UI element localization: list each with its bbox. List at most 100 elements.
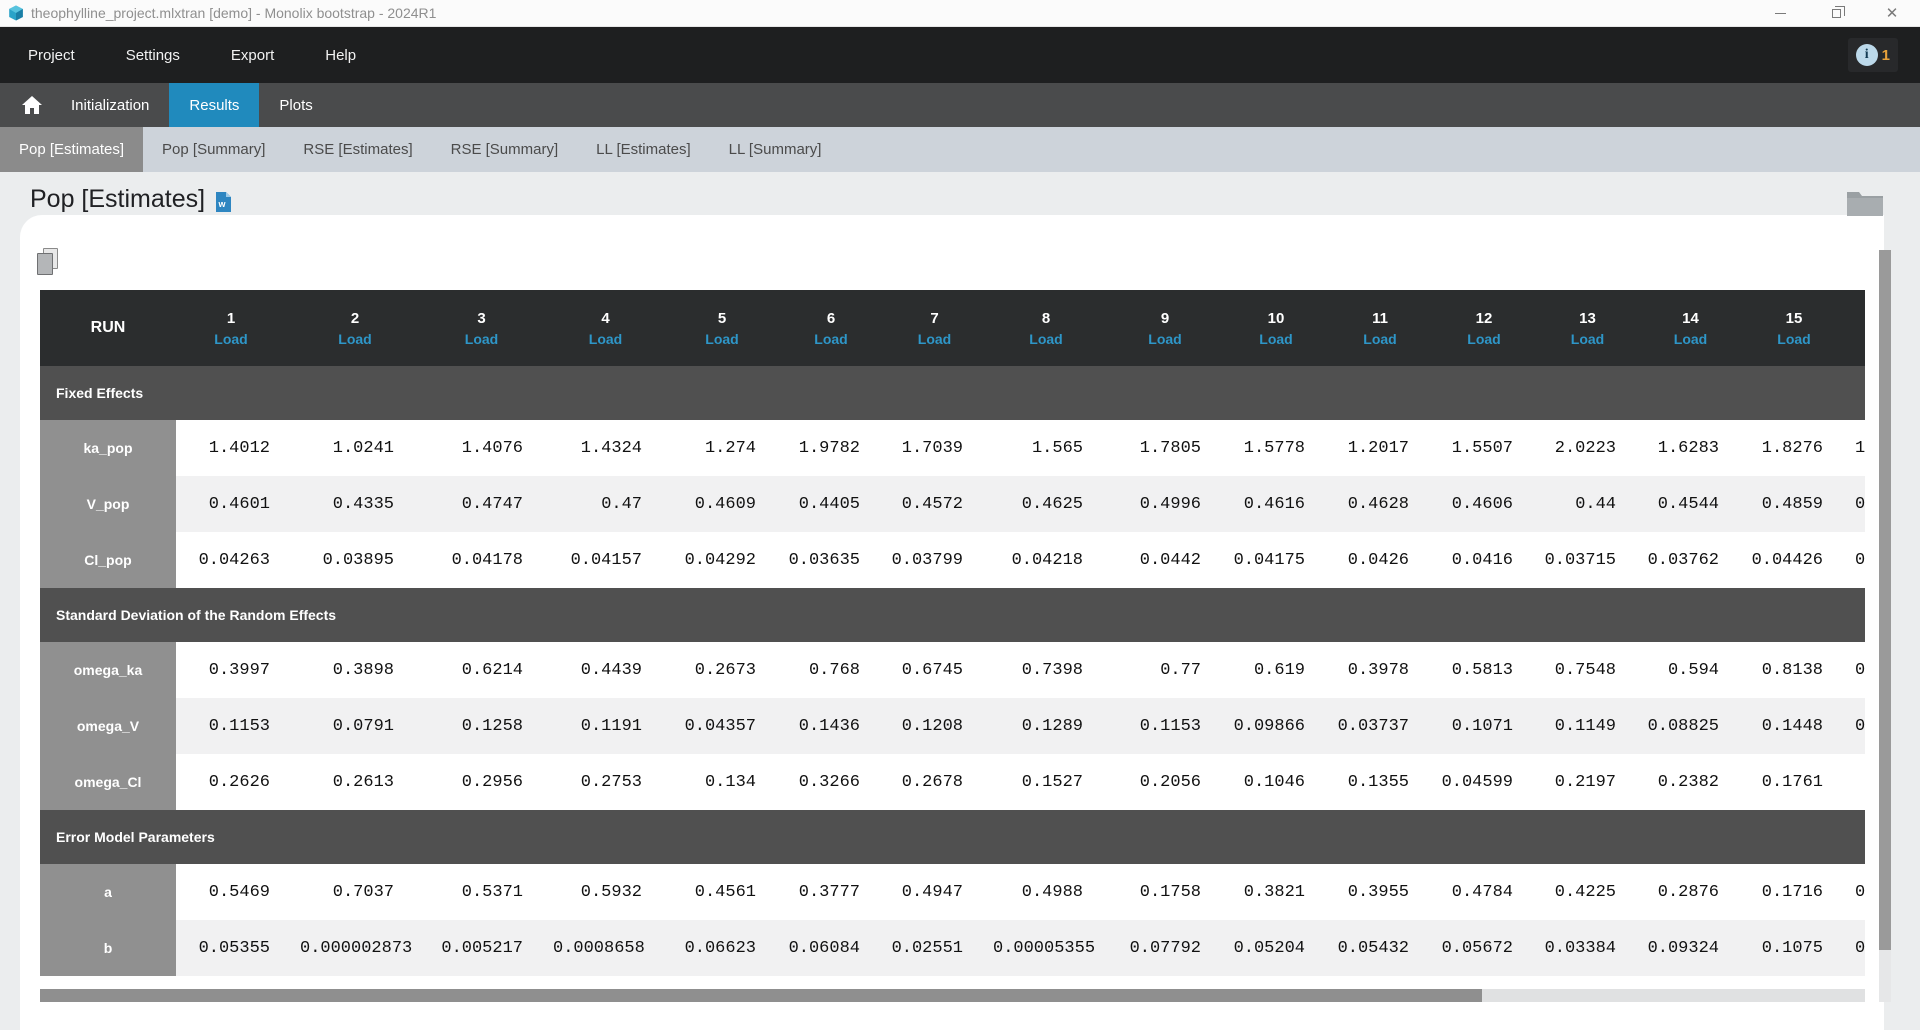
value-cell: 1.0241 <box>300 420 424 476</box>
value-cell: 0.8138 <box>1749 642 1853 698</box>
value-cell: 0.1149 <box>1543 698 1646 754</box>
run-number: 1 <box>176 310 300 327</box>
run-header-cell: 3 Load <box>424 290 553 366</box>
load-link[interactable]: Load <box>424 331 553 347</box>
value-cell: 0.1527 <box>993 754 1113 810</box>
subtab-rse-estimates[interactable]: RSE [Estimates] <box>284 127 431 172</box>
run-header-cell: 4 Load <box>553 290 672 366</box>
subtab-rse-summary[interactable]: RSE [Summary] <box>432 127 578 172</box>
export-word-icon[interactable]: w <box>215 192 231 212</box>
tab-results[interactable]: Results <box>169 83 259 127</box>
maximize-button[interactable] <box>1808 0 1864 27</box>
value-cell: 0.1191 <box>553 698 672 754</box>
menu-settings[interactable]: Settings <box>126 47 180 64</box>
load-link[interactable]: Load <box>1543 331 1646 347</box>
run-number: 3 <box>424 310 553 327</box>
main-nav-tabs: Initialization Results Plots <box>0 83 1920 127</box>
value-cell: 0.4996 <box>1113 476 1231 532</box>
vertical-scrollbar-thumb[interactable] <box>1879 250 1891 950</box>
table-row: b0.053550.0000028730.0052170.00086580.06… <box>40 920 1865 976</box>
subtab-ll-estimates[interactable]: LL [Estimates] <box>577 127 709 172</box>
row-label: Cl_pop <box>40 532 176 588</box>
clipped-value-cell: 0 <box>1853 476 1865 532</box>
subtab-pop-estimates[interactable]: Pop [Estimates] <box>0 127 143 172</box>
value-cell: 0.3898 <box>300 642 424 698</box>
value-cell: 0.6214 <box>424 642 553 698</box>
value-cell: 0.00005355 <box>993 920 1113 976</box>
subtab-ll-summary[interactable]: LL [Summary] <box>710 127 841 172</box>
load-link[interactable]: Load <box>672 331 786 347</box>
vertical-scrollbar[interactable] <box>1879 250 1891 1002</box>
run-header-cell: 2Load <box>300 290 424 366</box>
value-cell: 0.768 <box>786 642 890 698</box>
value-cell: 0.1758 <box>1113 864 1231 920</box>
value-cell: 0.1208 <box>890 698 993 754</box>
value-cell: 0.2382 <box>1646 754 1749 810</box>
minimize-button[interactable] <box>1752 0 1808 27</box>
value-cell: 0.4947 <box>890 864 993 920</box>
value-cell: 1.8276 <box>1749 420 1853 476</box>
run-header-cell: 8Load <box>993 290 1113 366</box>
value-cell: 0.04175 <box>1231 532 1335 588</box>
menu-export[interactable]: Export <box>231 47 274 64</box>
home-button[interactable] <box>0 83 51 127</box>
run-header-cell: 9Load <box>1113 290 1231 366</box>
subtab-pop-summary[interactable]: Pop [Summary] <box>143 127 284 172</box>
run-header-cell: 14Load <box>1646 290 1749 366</box>
value-cell: 0.4609 <box>672 476 786 532</box>
value-cell: 1.565 <box>993 420 1113 476</box>
run-number: 10 <box>1231 310 1335 327</box>
value-cell: 0.2626 <box>176 754 300 810</box>
results-sub-tabs: Pop [Estimates] Pop [Summary] RSE [Estim… <box>0 127 1920 172</box>
load-link[interactable]: Load <box>993 331 1113 347</box>
value-cell: 0.04426 <box>1749 532 1853 588</box>
section-title: Standard Deviation of the Random Effects <box>40 588 1865 642</box>
notifications-button[interactable]: i 1 <box>1848 38 1898 72</box>
value-cell: 0.04263 <box>176 532 300 588</box>
value-cell: 0.4225 <box>1543 864 1646 920</box>
value-cell: 0.6745 <box>890 642 993 698</box>
load-link[interactable]: Load <box>1749 331 1853 347</box>
value-cell: 0.4606 <box>1439 476 1543 532</box>
value-cell: 1.4076 <box>424 420 553 476</box>
table-row: a0.54690.70370.53710.59320.45610.37770.4… <box>40 864 1865 920</box>
value-cell: 0.44 <box>1543 476 1646 532</box>
section-header-row: Fixed Effects <box>40 366 1865 420</box>
row-label: omega_Cl <box>40 754 176 810</box>
load-link[interactable]: Load <box>1113 331 1231 347</box>
close-button[interactable]: ✕ <box>1864 0 1920 27</box>
value-cell: 0.5932 <box>553 864 672 920</box>
menu-help[interactable]: Help <box>325 47 356 64</box>
run-header-cell: 5Load <box>672 290 786 366</box>
open-folder-icon[interactable] <box>1846 188 1884 218</box>
load-link[interactable]: Load <box>1646 331 1749 347</box>
load-link[interactable]: Load <box>1439 331 1543 347</box>
load-link[interactable]: Load <box>176 331 300 347</box>
menu-project[interactable]: Project <box>28 47 75 64</box>
value-cell: 0.7548 <box>1543 642 1646 698</box>
tab-initialization[interactable]: Initialization <box>51 83 169 127</box>
load-link[interactable]: Load <box>300 331 424 347</box>
value-cell: 0.05355 <box>176 920 300 976</box>
load-link[interactable]: Load <box>1335 331 1439 347</box>
tab-plots[interactable]: Plots <box>259 83 332 127</box>
run-number: 12 <box>1439 310 1543 327</box>
value-cell: 1.274 <box>672 420 786 476</box>
load-link[interactable]: Load <box>1231 331 1335 347</box>
load-link[interactable]: Load <box>786 331 890 347</box>
value-cell: 0.3777 <box>786 864 890 920</box>
copy-table-icon[interactable] <box>37 248 61 275</box>
value-cell: 0.1075 <box>1749 920 1853 976</box>
value-cell: 0.5813 <box>1439 642 1543 698</box>
value-cell: 0.04178 <box>424 532 553 588</box>
horizontal-scrollbar[interactable] <box>40 989 1865 1002</box>
clipped-value-cell: 0 <box>1853 698 1865 754</box>
value-cell: 0.005217 <box>424 920 553 976</box>
value-cell: 0.1289 <box>993 698 1113 754</box>
load-link[interactable]: Load <box>890 331 993 347</box>
run-number: 15 <box>1749 310 1853 327</box>
load-link[interactable]: Load <box>553 331 672 347</box>
run-header-cell: 1 Load <box>176 290 300 366</box>
run-number: 4 <box>553 310 672 327</box>
horizontal-scrollbar-thumb[interactable] <box>40 989 1482 1002</box>
